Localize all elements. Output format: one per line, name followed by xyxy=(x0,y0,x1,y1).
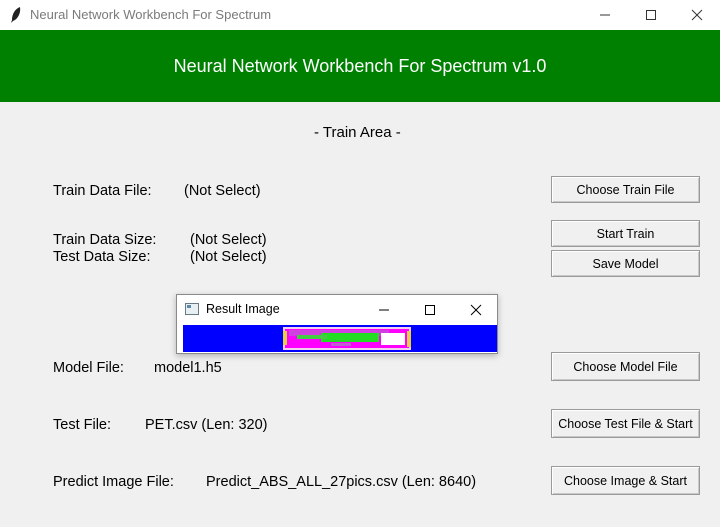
test-data-size-label: Test Data Size: xyxy=(53,249,151,265)
feather-app-icon xyxy=(11,7,21,23)
maximize-button[interactable] xyxy=(628,0,674,30)
window-title: Neural Network Workbench For Spectrum xyxy=(30,7,272,22)
result-image xyxy=(181,325,497,352)
close-icon xyxy=(691,9,703,21)
window-title-bar: Neural Network Workbench For Spectrum xyxy=(0,0,720,30)
maximize-icon xyxy=(425,304,435,315)
choose-model-file-button[interactable]: Choose Model File xyxy=(551,352,700,381)
start-train-button[interactable]: Start Train xyxy=(551,220,700,247)
minimize-icon xyxy=(379,309,389,310)
save-model-button[interactable]: Save Model xyxy=(551,250,700,277)
model-file-value: model1.h5 xyxy=(154,360,222,376)
result-image-title: Result Image xyxy=(206,302,280,316)
image-window-icon xyxy=(185,303,199,315)
maximize-icon xyxy=(646,10,656,20)
train-data-size-label: Train Data Size: xyxy=(53,232,157,248)
test-data-size-value: (Not Select) xyxy=(190,249,267,265)
train-data-file-value: (Not Select) xyxy=(184,183,261,199)
predict-image-file-value: Predict_ABS_ALL_27pics.csv (Len: 8640) xyxy=(206,474,477,490)
app-header-title: Neural Network Workbench For Spectrum v1… xyxy=(173,55,547,76)
result-maximize-button[interactable] xyxy=(407,295,453,324)
result-minimize-button[interactable] xyxy=(361,295,407,324)
train-data-file-label: Train Data File: xyxy=(53,183,152,199)
app-header: Neural Network Workbench For Spectrum v1… xyxy=(0,30,720,102)
train-data-size-value: (Not Select) xyxy=(190,232,267,248)
choose-train-file-button[interactable]: Choose Train File xyxy=(551,176,700,203)
minimize-button[interactable] xyxy=(582,0,628,30)
close-button[interactable] xyxy=(674,0,720,30)
result-image-canvas xyxy=(181,325,497,352)
train-area-label: - Train Area - xyxy=(314,124,401,141)
test-file-value: PET.csv (Len: 320) xyxy=(145,417,268,433)
model-file-label: Model File: xyxy=(53,360,124,376)
choose-image-start-button[interactable]: Choose Image & Start xyxy=(551,466,700,495)
predict-image-file-label: Predict Image File: xyxy=(53,474,174,490)
result-image-window[interactable]: Result Image xyxy=(176,294,498,354)
test-file-label: Test File: xyxy=(53,417,112,433)
close-icon xyxy=(470,304,482,315)
minimize-icon xyxy=(600,14,610,16)
result-close-button[interactable] xyxy=(453,295,499,324)
choose-test-file-start-button[interactable]: Choose Test File & Start xyxy=(551,409,700,438)
